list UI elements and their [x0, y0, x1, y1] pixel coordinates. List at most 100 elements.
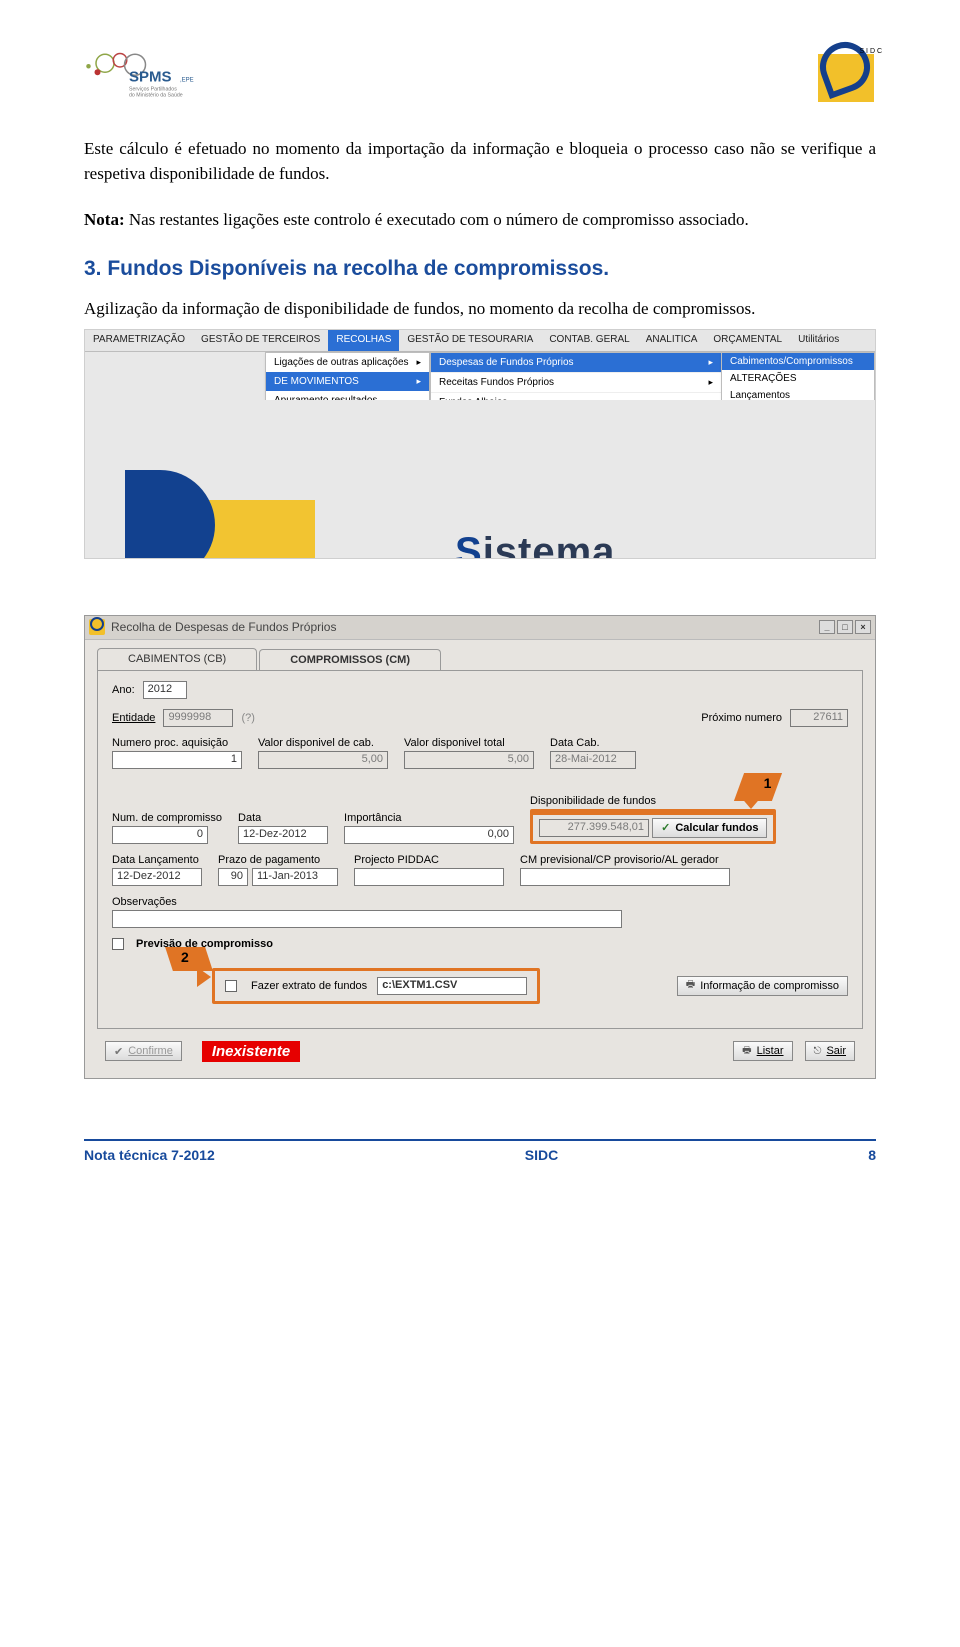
- note-paragraph: Nota: Nas restantes ligações este contro…: [84, 208, 876, 233]
- callout-arrow-1: 1: [735, 773, 781, 817]
- input-ano[interactable]: 2012: [143, 681, 187, 699]
- submenu-item[interactable]: Ligações de outras aplicações: [266, 353, 429, 372]
- sidc-logo-text: S I D C: [859, 48, 882, 56]
- menu-item[interactable]: GESTÃO DE TERCEIROS: [193, 330, 328, 351]
- note-text: Nas restantes ligações este controlo é e…: [125, 210, 749, 229]
- submenu-item[interactable]: Receitas Fundos Próprios: [431, 373, 721, 393]
- input-importancia[interactable]: 0,00: [344, 826, 514, 844]
- listar-button[interactable]: Listar: [733, 1041, 792, 1061]
- input-proximo-numero: 27611: [790, 709, 848, 727]
- label-num-compromisso: Num. de compromisso: [112, 812, 222, 824]
- label-ano: Ano:: [112, 684, 135, 696]
- tab-bar: CABIMENTOS (CB) COMPROMISSOS (CM): [97, 648, 863, 670]
- label-num-proc: Numero proc. aquisição: [112, 737, 242, 749]
- input-cm-previsional[interactable]: [520, 868, 730, 886]
- header-logos: SPMS ,EPE Serviços Partilhados do Minist…: [84, 48, 876, 109]
- highlight-disp-fundos: 277.399.548,01 Calcular fundos 1: [530, 809, 776, 844]
- checkbox-extrato[interactable]: [225, 980, 237, 992]
- footer-right: 8: [868, 1147, 876, 1163]
- svg-text:Serviços Partilhados: Serviços Partilhados: [129, 86, 177, 92]
- maximize-button[interactable]: □: [837, 620, 853, 634]
- confirme-button[interactable]: Confirme: [105, 1041, 182, 1061]
- app-icon: [89, 619, 105, 635]
- label-prazo-pagamento: Prazo de pagamento: [218, 854, 338, 866]
- input-projecto-piddac[interactable]: [354, 868, 504, 886]
- highlight-extrato-fundos: Fazer extrato de fundos c:\EXTM1.CSV 2: [212, 968, 540, 1004]
- svg-text:do Ministério da Saúde: do Ministério da Saúde: [129, 92, 183, 98]
- calcular-fundos-button[interactable]: Calcular fundos: [652, 818, 767, 838]
- footer-left: Nota técnica 7-2012: [84, 1147, 215, 1163]
- sair-button[interactable]: Sair: [805, 1041, 855, 1061]
- print-icon: [742, 1043, 751, 1060]
- minimize-button[interactable]: _: [819, 620, 835, 634]
- brand-text: Sistema Informaçõe: [455, 530, 681, 559]
- screenshot-menu: PARAMETRIZAÇÃO GESTÃO DE TERCEIROS RECOL…: [84, 329, 876, 559]
- submenu-item[interactable]: ALTERAÇÕES: [722, 370, 874, 387]
- menu-item[interactable]: Utilitários: [790, 330, 847, 351]
- paragraph-1: Este cálculo é efetuado no momento da im…: [84, 137, 876, 186]
- exit-icon: [814, 1045, 822, 1057]
- input-data[interactable]: 12-Dez-2012: [238, 826, 328, 844]
- label-valor-disp-cab: Valor disponivel de cab.: [258, 737, 388, 749]
- sidc-logo: S I D C: [816, 48, 876, 108]
- section-3-title: 3. Fundos Disponíveis na recolha de comp…: [84, 257, 876, 281]
- label-data: Data: [238, 812, 328, 824]
- svg-text:,EPE: ,EPE: [180, 77, 194, 83]
- check-icon: [661, 821, 670, 834]
- label-importancia: Importância: [344, 812, 514, 824]
- menu-item[interactable]: PARAMETRIZAÇÃO: [85, 330, 193, 351]
- label-data-lancamento: Data Lançamento: [112, 854, 202, 866]
- title-bar: Recolha de Despesas de Fundos Próprios _…: [85, 616, 875, 640]
- checkbox-previsao[interactable]: [112, 938, 124, 950]
- input-prazo-data[interactable]: 11-Jan-2013: [252, 868, 338, 886]
- input-prazo-dias[interactable]: 90: [218, 868, 248, 886]
- page-footer: Nota técnica 7-2012 SIDC 8: [84, 1139, 876, 1163]
- label-proximo-numero: Próximo numero: [701, 712, 782, 724]
- svg-text:SPMS: SPMS: [129, 68, 172, 85]
- info-compromisso-button[interactable]: Informação de compromisso: [677, 976, 848, 996]
- entidade-hint: (?): [241, 712, 254, 724]
- close-button[interactable]: ×: [855, 620, 871, 634]
- print-icon: [686, 977, 695, 994]
- screenshot-form: Recolha de Despesas de Fundos Próprios _…: [84, 615, 876, 1079]
- label-data-cab: Data Cab.: [550, 737, 636, 749]
- input-extrato-path[interactable]: c:\EXTM1.CSV: [377, 977, 527, 995]
- callout-arrow-2: 2: [159, 947, 219, 989]
- label-projecto-piddac: Projecto PIDDAC: [354, 854, 504, 866]
- submenu-item-selected[interactable]: Cabimentos/Compromissos: [722, 353, 874, 370]
- paragraph-2: Agilização da informação de disponibilid…: [84, 298, 876, 321]
- menu-item-selected[interactable]: RECOLHAS: [328, 330, 399, 351]
- callout-number-1: 1: [764, 775, 772, 791]
- submenu-item-selected[interactable]: Despesas de Fundos Próprios: [431, 353, 721, 373]
- tab-cabimentos[interactable]: CABIMENTOS (CB): [97, 648, 257, 670]
- input-valor-disp-cab: 5,00: [258, 751, 388, 769]
- window-title: Recolha de Despesas de Fundos Próprios: [111, 620, 817, 634]
- label-entidade[interactable]: Entidade: [112, 712, 155, 724]
- input-valor-disp-total: 5,00: [404, 751, 534, 769]
- label-fazer-extrato: Fazer extrato de fundos: [251, 980, 367, 992]
- label-valor-disp-total: Valor disponivel total: [404, 737, 534, 749]
- input-entidade: 9999998: [163, 709, 233, 727]
- menu-bar: PARAMETRIZAÇÃO GESTÃO DE TERCEIROS RECOL…: [85, 330, 875, 352]
- menu-item[interactable]: CONTAB. GERAL: [541, 330, 637, 351]
- spms-logo: SPMS ,EPE Serviços Partilhados do Minist…: [84, 48, 234, 109]
- input-data-lancamento[interactable]: 12-Dez-2012: [112, 868, 202, 886]
- form-panel: Ano: 2012 Entidade 9999998 (?) Próximo n…: [97, 670, 863, 1029]
- menu-item[interactable]: ORÇAMENTAL: [705, 330, 790, 351]
- footer-center: SIDC: [525, 1147, 558, 1163]
- input-num-compromisso[interactable]: 0: [112, 826, 208, 844]
- callout-number-2: 2: [181, 949, 189, 965]
- label-observacoes: Observações: [112, 896, 848, 908]
- submenu-item-selected[interactable]: DE MOVIMENTOS: [266, 372, 429, 391]
- input-num-proc[interactable]: 1: [112, 751, 242, 769]
- menu-item[interactable]: ANALITICA: [638, 330, 706, 351]
- tab-compromissos[interactable]: COMPROMISSOS (CM): [259, 649, 441, 671]
- input-data-cab: 28-Mai-2012: [550, 751, 636, 769]
- document-page: SPMS ,EPE Serviços Partilhados do Minist…: [0, 0, 960, 1203]
- menu-item[interactable]: GESTÃO DE TESOURARIA: [399, 330, 541, 351]
- note-label: Nota:: [84, 210, 125, 229]
- form-footer: Confirme Inexistente Listar Sair: [105, 1041, 855, 1062]
- input-observacoes[interactable]: [112, 910, 622, 928]
- background-brand: Sistema Informaçõe: [85, 400, 875, 558]
- label-cm-previsional: CM previsional/CP provisorio/AL gerador: [520, 854, 730, 866]
